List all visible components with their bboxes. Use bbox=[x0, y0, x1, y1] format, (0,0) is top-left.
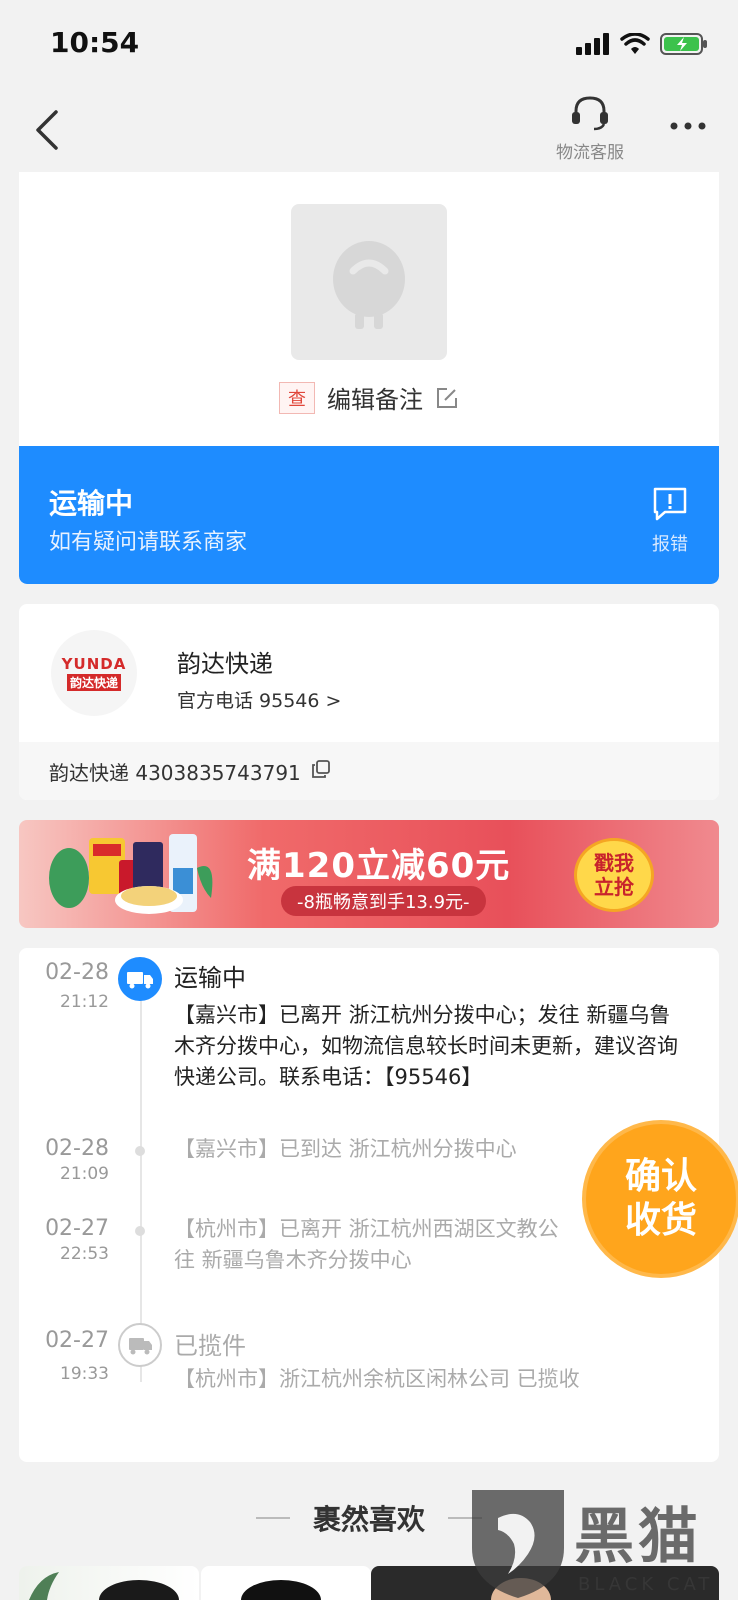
timeline-dot bbox=[135, 1146, 145, 1156]
status-bar: 10:54 bbox=[0, 0, 738, 90]
more-button[interactable] bbox=[668, 116, 708, 136]
event-date: 02-28 bbox=[45, 1136, 109, 1161]
yunda-logo-en: YUNDA bbox=[61, 655, 127, 673]
check-tag[interactable]: 查 bbox=[279, 381, 315, 414]
shipping-status-banner: 运输中 如有疑问请联系商家 报错 bbox=[19, 446, 719, 584]
event-status: 已揽件 bbox=[174, 1332, 246, 1360]
tracking-number: 韵达快递 4303835743791 bbox=[49, 760, 301, 785]
shipping-status-title: 运输中 bbox=[49, 487, 134, 520]
confirm-receipt-label: 确认收货 bbox=[624, 1156, 697, 1241]
more-dots-icon bbox=[670, 122, 706, 130]
event-status: 运输中 bbox=[174, 964, 246, 992]
chevron-left-icon bbox=[36, 110, 58, 150]
yunda-logo: YUNDA 韵达快递 bbox=[51, 630, 137, 716]
report-icon bbox=[653, 487, 687, 521]
promo-grab-button[interactable]: 戳我立抢 bbox=[574, 838, 654, 912]
event-description: 【嘉兴市】已离开 浙江杭州分拨中心；发往 新疆乌鲁木齐分拨中心，如物流信息较长时… bbox=[174, 1003, 678, 1089]
carrier-card: YUNDA 韵达快递 韵达快递 官方电话 95546 > 韵达快递 430383… bbox=[19, 604, 719, 800]
report-error-button[interactable]: 报错 bbox=[651, 486, 689, 556]
yunda-logo-cn: 韵达快递 bbox=[66, 674, 121, 691]
recommend-item[interactable] bbox=[371, 1566, 719, 1600]
truck-icon bbox=[118, 957, 162, 1001]
recommend-items bbox=[19, 1566, 719, 1600]
event-date: 02-27 bbox=[45, 1216, 109, 1241]
back-button[interactable] bbox=[30, 108, 66, 152]
nav-bar: 物流客服 bbox=[0, 90, 738, 170]
edit-note-label[interactable]: 编辑备注 bbox=[327, 380, 423, 415]
event-description: 【杭州市】浙江杭州余杭区闲林公司 已揽收 bbox=[174, 1367, 580, 1391]
carrier-name: 韵达快递 bbox=[177, 650, 273, 678]
event-date: 02-28 bbox=[45, 960, 109, 985]
event-time: 21:12 bbox=[60, 992, 109, 1012]
logistics-service-button[interactable]: 物流客服 bbox=[550, 94, 630, 163]
status-time: 10:54 bbox=[50, 26, 140, 59]
promo-subtitle: -8瓶畅意到手13.9元- bbox=[281, 886, 486, 916]
divider bbox=[255, 1517, 290, 1519]
confirm-receipt-button[interactable]: 确认收货 bbox=[586, 1124, 736, 1274]
promo-grab-label: 戳我立抢 bbox=[594, 851, 634, 899]
report-error-label: 报错 bbox=[652, 534, 688, 555]
headset-icon bbox=[572, 96, 608, 131]
copy-icon[interactable] bbox=[311, 759, 331, 783]
status-icons bbox=[576, 32, 708, 56]
tracking-number-row: 韵达快递 4303835743791 bbox=[19, 742, 719, 800]
event-date: 02-27 bbox=[45, 1328, 109, 1353]
wifi-icon bbox=[620, 33, 650, 54]
recommend-header: 裹然喜欢 bbox=[0, 1498, 738, 1538]
event-time: 22:53 bbox=[60, 1244, 109, 1264]
promo-title: 满120立减60元 bbox=[247, 846, 511, 886]
battery-charging-icon bbox=[660, 33, 707, 55]
recommend-title: 裹然喜欢 bbox=[312, 1503, 425, 1536]
event-time: 21:09 bbox=[60, 1164, 109, 1184]
product-image bbox=[29, 1572, 179, 1600]
carrier-phone-link[interactable]: 官方电话 95546 > bbox=[177, 686, 341, 713]
collected-icon bbox=[118, 1323, 162, 1367]
promo-products-image bbox=[49, 834, 213, 914]
product-image bbox=[491, 1578, 551, 1600]
promo-banner[interactable]: 满120立减60元 -8瓶畅意到手13.9元- 戳我立抢 bbox=[19, 820, 719, 928]
timeline-dot bbox=[135, 1226, 145, 1236]
recommend-item[interactable] bbox=[19, 1566, 199, 1600]
note-row: 查 编辑备注 bbox=[19, 380, 719, 415]
placeholder-mascot-icon bbox=[333, 241, 405, 329]
event-time: 19:33 bbox=[60, 1364, 109, 1384]
divider bbox=[448, 1517, 483, 1519]
edit-icon[interactable] bbox=[435, 386, 459, 410]
shipping-status-subtitle: 如有疑问请联系商家 bbox=[49, 530, 248, 555]
logistics-service-label: 物流客服 bbox=[556, 143, 624, 163]
signal-icon bbox=[576, 33, 609, 55]
product-image bbox=[241, 1580, 321, 1600]
package-card: 查 编辑备注 运输中 如有疑问请联系商家 报错 bbox=[19, 172, 719, 584]
recommend-item[interactable] bbox=[201, 1566, 371, 1600]
package-image-placeholder bbox=[291, 204, 447, 360]
